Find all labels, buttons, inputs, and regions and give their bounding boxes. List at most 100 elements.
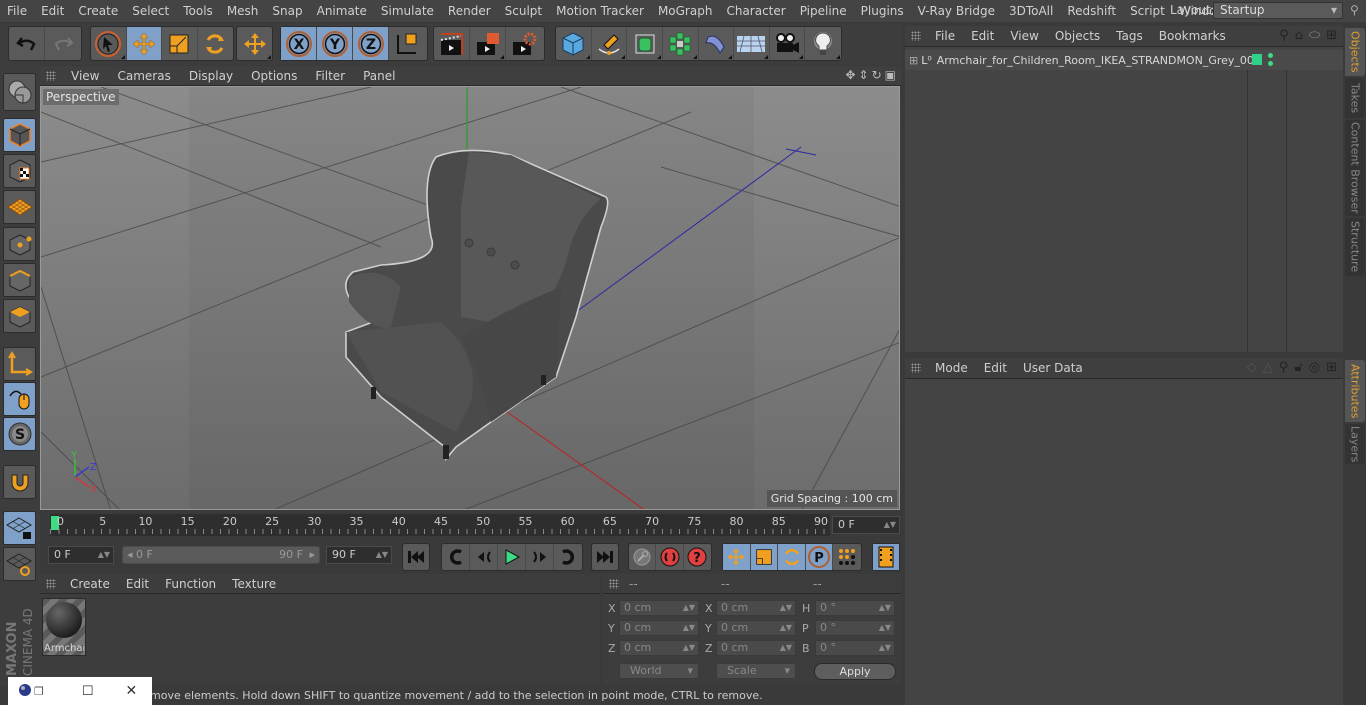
size-y-field[interactable]: 0 cm ▲▼	[716, 620, 796, 636]
go-to-start-icon[interactable]	[403, 544, 429, 570]
tab-layers[interactable]: Layers	[1345, 424, 1365, 464]
redo-icon[interactable]	[45, 27, 81, 60]
undo-icon[interactable]	[9, 27, 45, 60]
point-level-key-icon[interactable]	[833, 544, 861, 570]
timeline-ruler[interactable]: 0 5 10 15 20 25 30 35 40 45 50 55 60 65 70 75 80 85 90	[50, 514, 830, 536]
menu-tools[interactable]: Tools	[176, 4, 220, 18]
rot-h-field[interactable]: 0 ° ▲▼	[815, 600, 895, 616]
viewport-menu-cameras[interactable]: Cameras	[108, 69, 179, 83]
menu-vray-bridge[interactable]: V-Ray Bridge	[911, 4, 1002, 18]
menu-file[interactable]: File	[0, 4, 34, 18]
menu-plugins[interactable]: Plugins	[854, 4, 911, 18]
rotate-icon[interactable]	[198, 27, 233, 60]
panel-grip[interactable]	[911, 363, 921, 373]
viewport-maximize-icon[interactable]: ▣	[885, 68, 896, 82]
tweak-mode-icon[interactable]	[3, 382, 36, 416]
menu-render[interactable]: Render	[441, 4, 498, 18]
lock-icon[interactable]: 🔓︎	[1294, 360, 1302, 375]
coordinate-system-icon[interactable]	[389, 27, 425, 60]
back-arrow-icon[interactable]: ◇	[1247, 360, 1257, 375]
render-picture-viewer-icon[interactable]	[470, 27, 506, 60]
apply-button[interactable]: Apply	[814, 663, 896, 680]
render-visibility-dot[interactable]	[1268, 61, 1273, 66]
menu-mograph[interactable]: MoGraph	[651, 4, 720, 18]
home-icon[interactable]: ⌂	[1295, 28, 1303, 43]
panel-grip[interactable]	[609, 578, 619, 589]
tab-objects[interactable]: Objects	[1345, 28, 1365, 76]
go-to-end-icon[interactable]	[592, 544, 618, 570]
menu-edit[interactable]: Edit	[34, 4, 71, 18]
menu-3dtoall[interactable]: 3DToAll	[1002, 4, 1060, 18]
up-arrow-icon[interactable]: △	[1263, 360, 1273, 375]
panel-grip[interactable]	[911, 31, 921, 41]
menu-select[interactable]: Select	[125, 4, 176, 18]
tab-attributes[interactable]: Attributes	[1345, 360, 1365, 422]
panel-grip[interactable]	[46, 578, 56, 589]
next-keyframe-icon[interactable]	[554, 544, 582, 570]
menu-character[interactable]: Character	[719, 4, 792, 18]
y-axis-icon[interactable]: Y	[317, 27, 353, 60]
end-frame-field[interactable]: 90 F ▲▼	[326, 546, 392, 564]
viewport-pan-icon[interactable]: ✥	[845, 68, 855, 82]
objects-menu-tags[interactable]: Tags	[1108, 29, 1151, 43]
rotation-key-icon[interactable]	[778, 544, 806, 570]
camera-icon[interactable]	[770, 27, 806, 60]
position-key-icon[interactable]	[723, 544, 751, 570]
polygons-mode-icon[interactable]	[3, 299, 36, 333]
size-z-field[interactable]: 0 cm ▲▼	[716, 640, 796, 656]
record-keyframe-icon[interactable]	[629, 544, 657, 570]
keyframe-selection-icon[interactable]: ?	[684, 544, 711, 570]
coordinate-mode-select[interactable]: World	[619, 663, 699, 679]
size-x-field[interactable]: 0 cm ▲▼	[716, 600, 796, 616]
model-mode-icon[interactable]	[3, 118, 36, 152]
menu-create[interactable]: Create	[71, 4, 125, 18]
previous-frame-icon[interactable]	[470, 544, 498, 570]
snap-magnet-icon[interactable]	[3, 465, 36, 499]
expand-icon[interactable]: ⊞	[909, 54, 918, 67]
viewport-menu-view[interactable]: View	[62, 69, 108, 83]
render-settings-icon[interactable]	[506, 27, 542, 60]
pos-x-field[interactable]: 0 cm ▲▼	[619, 600, 699, 616]
layout-select[interactable]: Startup	[1213, 2, 1343, 19]
viewport-perspective[interactable]: Y Z X Perspective Grid Spacing : 100 cm	[40, 86, 900, 510]
edges-mode-icon[interactable]	[3, 263, 36, 297]
points-mode-icon[interactable]	[3, 227, 36, 261]
cube-icon[interactable]	[556, 27, 592, 60]
objects-menu-view[interactable]: View	[1002, 29, 1046, 43]
editor-visibility-dot[interactable]	[1268, 53, 1273, 58]
layer-color-tag[interactable]	[1252, 54, 1262, 65]
link-icon[interactable]: ⬭	[1309, 28, 1320, 43]
recent-tool-icon[interactable]	[237, 27, 272, 60]
tab-structure[interactable]: Structure	[1345, 218, 1365, 276]
frame-range-slider[interactable]: ◂ 0 F 90 F ▸	[122, 546, 320, 564]
new-panel-icon[interactable]: ⊞	[1326, 360, 1337, 375]
scale-icon[interactable]	[162, 27, 198, 60]
attributes-menu-mode[interactable]: Mode	[927, 361, 976, 375]
floor-icon[interactable]	[734, 27, 770, 60]
viewport-orbit-icon[interactable]: ↻	[872, 68, 882, 82]
new-panel-icon[interactable]: ⊞	[1326, 28, 1337, 43]
maximize-window-icon[interactable]: ☐	[82, 684, 94, 699]
material-menu-function[interactable]: Function	[157, 577, 224, 591]
tab-content-browser[interactable]: Content Browser	[1345, 120, 1365, 216]
object-row[interactable]: ⊞ L⁰ Armchair_for_Children_Room_IKEA_STR…	[905, 50, 1343, 70]
live-selection-icon[interactable]	[91, 27, 127, 60]
workplane-mode-icon[interactable]	[3, 190, 36, 224]
z-axis-icon[interactable]: Z	[353, 27, 389, 60]
next-frame-icon[interactable]	[526, 544, 554, 570]
objects-menu-file[interactable]: File	[927, 29, 963, 43]
make-editable-icon[interactable]	[3, 73, 36, 111]
x-axis-icon[interactable]: X	[281, 27, 317, 60]
viewport-menu-options[interactable]: Options	[242, 69, 306, 83]
search-icon[interactable]: ⚲	[1350, 3, 1359, 17]
cloner-icon[interactable]	[663, 27, 699, 60]
viewport-menu-panel[interactable]: Panel	[354, 69, 404, 83]
workplane-reset-icon[interactable]	[3, 547, 36, 581]
pos-y-field[interactable]: 0 cm ▲▼	[619, 620, 699, 636]
menu-animate[interactable]: Animate	[310, 4, 374, 18]
attributes-menu-user-data[interactable]: User Data	[1015, 361, 1091, 375]
attributes-menu-edit[interactable]: Edit	[976, 361, 1015, 375]
menu-simulate[interactable]: Simulate	[374, 4, 441, 18]
material-menu-edit[interactable]: Edit	[118, 577, 157, 591]
start-frame-field[interactable]: 0 F ▲▼	[48, 546, 114, 564]
